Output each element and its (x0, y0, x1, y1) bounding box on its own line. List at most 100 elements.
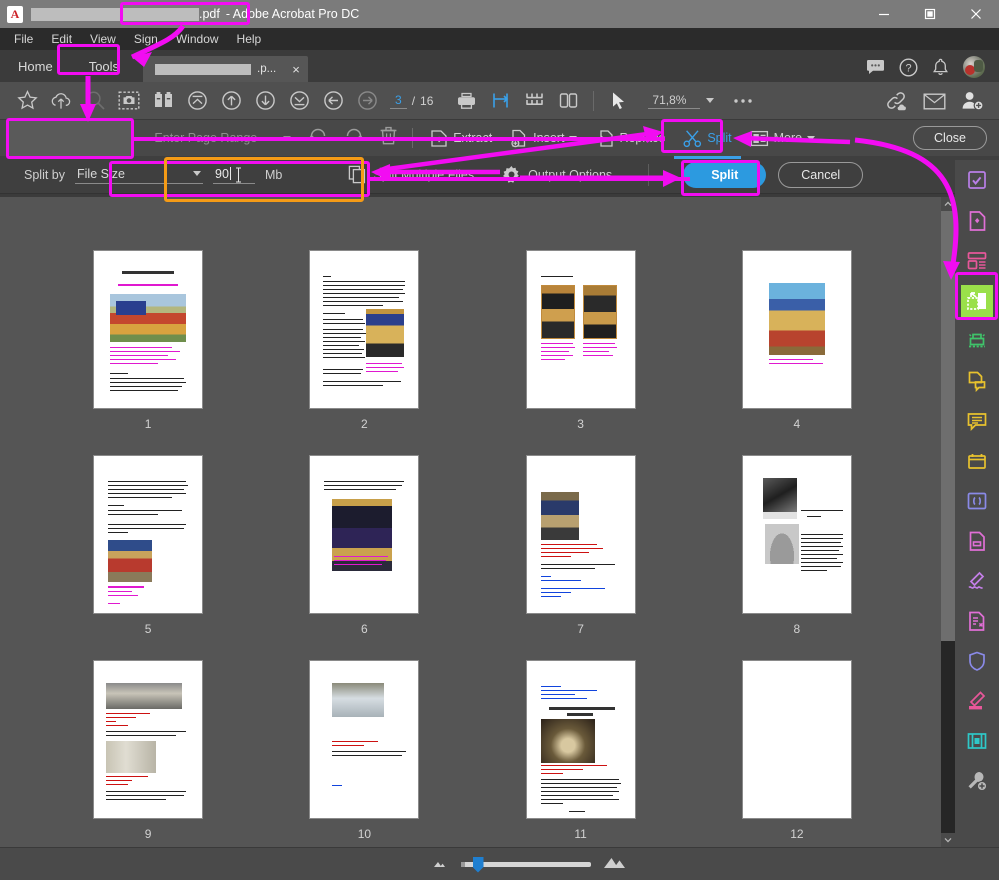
page-thumbnail[interactable] (742, 251, 851, 408)
current-page-value[interactable]: 3 (390, 93, 407, 109)
javascript-icon[interactable] (961, 485, 993, 517)
page-thumbnail[interactable] (742, 456, 851, 613)
rotate-clockwise-icon[interactable] (343, 125, 365, 152)
menu-file[interactable]: File (6, 30, 41, 48)
bell-icon[interactable] (932, 58, 949, 77)
thumbnail-cell[interactable]: 6 (256, 456, 472, 661)
delete-icon[interactable] (379, 125, 398, 151)
avatar[interactable] (963, 56, 985, 78)
previous-page-icon[interactable] (214, 84, 248, 118)
form-icon[interactable] (961, 605, 993, 637)
page-range-input[interactable]: Enter Page Range (154, 131, 292, 145)
page-thumbnail[interactable] (526, 251, 635, 408)
close-organize-button[interactable]: Close (913, 126, 987, 150)
zoom-slider-track[interactable] (460, 856, 591, 873)
comment-icon[interactable] (961, 405, 993, 437)
thumbnail-cell[interactable]: 8 (689, 456, 905, 661)
zoom-slider-control[interactable] (431, 854, 629, 874)
menu-sign[interactable]: Sign (126, 30, 166, 48)
page-thumbnail[interactable] (526, 661, 635, 818)
sign-document-icon[interactable] (961, 205, 993, 237)
menu-window[interactable]: Window (168, 30, 227, 48)
maximize-button[interactable] (907, 0, 953, 28)
next-page-icon[interactable] (248, 84, 282, 118)
redact-icon[interactable] (961, 685, 993, 717)
minimize-button[interactable] (861, 0, 907, 28)
menu-help[interactable]: Help (229, 30, 270, 48)
scroll-up-arrow-icon[interactable] (941, 197, 955, 211)
last-page-icon[interactable] (282, 84, 316, 118)
page-thumbnail[interactable] (526, 456, 635, 613)
small-mountain-icon[interactable] (431, 855, 449, 873)
thumbnail-cell[interactable]: 10 (256, 661, 472, 847)
page-thumbnail[interactable] (94, 251, 203, 408)
email-icon[interactable] (917, 84, 951, 118)
thumbnail-cell[interactable]: 12 (689, 661, 905, 847)
insert-button[interactable]: Insert (501, 124, 586, 153)
protect-icon[interactable] (961, 645, 993, 677)
help-icon[interactable]: ? (899, 57, 918, 77)
thumbnail-cell[interactable]: 1 (40, 251, 256, 456)
first-page-icon[interactable] (180, 84, 214, 118)
split-view-icon[interactable] (517, 84, 551, 118)
thumbnail-cell[interactable]: 3 (473, 251, 689, 456)
vertical-scrollbar[interactable] (941, 197, 955, 847)
page-thumbnail[interactable] (310, 661, 419, 818)
scrollbar-track[interactable] (941, 641, 955, 833)
search-icon[interactable] (78, 84, 112, 118)
star-icon[interactable] (10, 84, 44, 118)
output-options-button[interactable]: Output Options (488, 165, 626, 184)
page-thumbnail[interactable] (310, 251, 419, 408)
print-icon[interactable] (449, 84, 483, 118)
scan-ocr-icon[interactable] (961, 325, 993, 357)
page-thumbnail[interactable] (94, 456, 203, 613)
rich-media-icon[interactable] (961, 725, 993, 757)
page-thumbnail[interactable] (94, 661, 203, 818)
zoom-level-control[interactable]: 71,8% (648, 93, 715, 109)
back-icon[interactable] (316, 84, 350, 118)
page-thumbnail[interactable] (310, 456, 419, 613)
thumbnail-cell[interactable]: 9 (40, 661, 256, 847)
close-button[interactable] (953, 0, 999, 28)
chevron-down-icon[interactable] (283, 135, 292, 141)
scrollbar-thumb[interactable] (941, 211, 955, 641)
thumbnail-cell[interactable]: 7 (473, 456, 689, 661)
link-share-icon[interactable] (879, 84, 913, 118)
two-page-icon[interactable] (551, 84, 585, 118)
add-person-icon[interactable] (955, 84, 989, 118)
select-tool-icon[interactable] (602, 84, 636, 118)
thumbnail-cell[interactable]: 11 (473, 661, 689, 847)
chevron-down-icon[interactable] (706, 98, 715, 103)
chat-icon[interactable] (866, 59, 885, 75)
snapshot-icon[interactable] (112, 84, 146, 118)
page-thumbnail[interactable] (742, 661, 851, 818)
page-number-field[interactable]: 3 / 16 (390, 93, 433, 109)
thumbnail-cell[interactable]: 2 (256, 251, 472, 456)
extract-button[interactable]: Extract (421, 124, 501, 153)
large-mountain-icon[interactable] (603, 854, 629, 874)
scroll-down-arrow-icon[interactable] (941, 833, 955, 847)
more-button[interactable]: More (741, 125, 824, 152)
thumbnail-cell[interactable]: 5 (40, 456, 256, 661)
stamp-icon[interactable] (961, 445, 993, 477)
more-options-icon[interactable] (726, 84, 760, 118)
thumbnail-cell[interactable]: 4 (689, 251, 905, 456)
zoom-slider-handle[interactable] (472, 856, 484, 873)
forward-icon[interactable] (350, 84, 384, 118)
comment-check-icon[interactable] (961, 165, 993, 197)
export-pdf-icon[interactable] (961, 525, 993, 557)
zoom-level-value[interactable]: 71,8% (648, 93, 701, 109)
fill-sign-icon[interactable] (961, 565, 993, 597)
cancel-button[interactable]: Cancel (778, 161, 864, 188)
edit-pdf-icon[interactable] (961, 365, 993, 397)
more-tools-icon[interactable] (961, 765, 993, 797)
fit-page-icon[interactable] (483, 84, 517, 118)
document-tab[interactable]: .p... × (143, 56, 308, 82)
cloud-upload-icon[interactable] (44, 84, 78, 118)
compare-icon[interactable] (146, 84, 180, 118)
rotate-counterclockwise-icon[interactable] (307, 125, 329, 152)
page-thumbnail-canvas[interactable]: 1 2 3 4 5 6 7 8 9 10 11 12 (0, 197, 945, 847)
chevron-down-icon[interactable] (807, 135, 816, 141)
document-tab-close-icon[interactable]: × (282, 62, 300, 77)
chevron-down-icon[interactable] (569, 135, 578, 141)
